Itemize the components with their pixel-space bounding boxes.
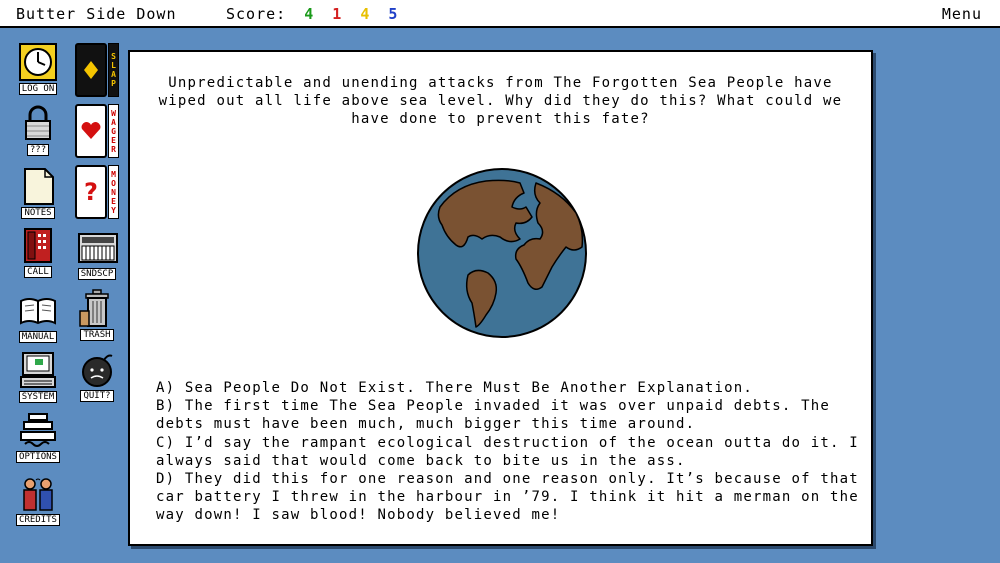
manual-label: MANUAL <box>18 331 58 343</box>
answer-option-c[interactable]: C) I’d say the rampant ecological destru… <box>156 434 861 470</box>
score-display: Score: 4 1 4 5 <box>226 5 398 23</box>
notepad-icon <box>19 167 57 205</box>
answer-list: A) Sea People Do Not Exist. There Must B… <box>156 379 861 525</box>
question-panel: Unpredictable and unending attacks from … <box>128 50 873 546</box>
sndscp-label: SNDSCP <box>77 268 117 280</box>
padlock-icon <box>19 104 57 142</box>
trash-desktop-icon[interactable]: TRASH <box>74 289 120 349</box>
question-text: Unpredictable and unending attacks from … <box>158 75 843 127</box>
notes-desktop-icon[interactable]: NOTES <box>15 167 61 227</box>
notes-label: NOTES <box>21 207 55 219</box>
phone-icon <box>19 226 57 264</box>
diamond-card-icon <box>75 43 107 97</box>
quit-desktop-icon[interactable]: QUIT? <box>74 350 120 410</box>
system-label: SYSTEM <box>18 391 58 403</box>
score-blue: 5 <box>388 5 399 23</box>
sndscp-desktop-icon[interactable]: SNDSCP <box>74 228 120 288</box>
menu-button[interactable]: Menu <box>942 5 982 23</box>
synthesizer-icon <box>78 228 118 266</box>
app-title: Butter Side Down <box>16 5 177 23</box>
options-desktop-icon[interactable]: OPTIONS <box>13 411 63 471</box>
book-icon <box>19 291 57 329</box>
trash-label: TRASH <box>80 329 114 341</box>
options-label: OPTIONS <box>16 451 60 463</box>
people-icon <box>19 474 57 512</box>
logon-desktop-icon[interactable]: LOG ON <box>15 43 61 103</box>
question-card-icon: ? <box>75 165 107 219</box>
credits-desktop-icon[interactable]: CREDITS <box>13 474 63 534</box>
money-label: MONEY <box>108 165 119 219</box>
score-yellow: 4 <box>360 5 371 23</box>
trash-can-icon <box>78 289 116 327</box>
settings-stack-icon <box>19 411 57 449</box>
heart-card-icon <box>75 104 107 158</box>
quit-label: QUIT? <box>80 390 114 402</box>
score-red: 1 <box>332 5 343 23</box>
score-green: 4 <box>304 5 315 23</box>
bomb-icon <box>78 350 116 388</box>
manual-desktop-icon[interactable]: MANUAL <box>15 291 61 351</box>
system-desktop-icon[interactable]: SYSTEM <box>15 351 61 411</box>
money-card[interactable]: ? MONEY <box>75 165 119 219</box>
earth-globe-icon <box>417 168 587 338</box>
computer-icon <box>19 351 57 389</box>
answer-option-b[interactable]: B) The first time The Sea People invaded… <box>156 397 861 433</box>
clock-icon <box>19 43 57 81</box>
slap-card[interactable]: SLAP <box>75 43 119 97</box>
answer-option-a[interactable]: A) Sea People Do Not Exist. There Must B… <box>156 379 861 397</box>
answer-option-d[interactable]: D) They did this for one reason and one … <box>156 470 861 525</box>
wager-label: WAGER <box>108 104 119 158</box>
wager-card[interactable]: WAGER <box>75 104 119 158</box>
logon-label: LOG ON <box>18 83 58 95</box>
score-label: Score: <box>226 5 287 23</box>
call-desktop-icon[interactable]: CALL <box>15 226 61 286</box>
locked-desktop-icon[interactable]: ??? <box>15 104 61 164</box>
slap-label: SLAP <box>108 43 119 97</box>
call-label: CALL <box>24 266 52 278</box>
credits-label: CREDITS <box>16 514 60 526</box>
top-menu-bar: Butter Side Down Score: 4 1 4 5 Menu <box>0 0 1000 28</box>
locked-label: ??? <box>26 144 50 156</box>
